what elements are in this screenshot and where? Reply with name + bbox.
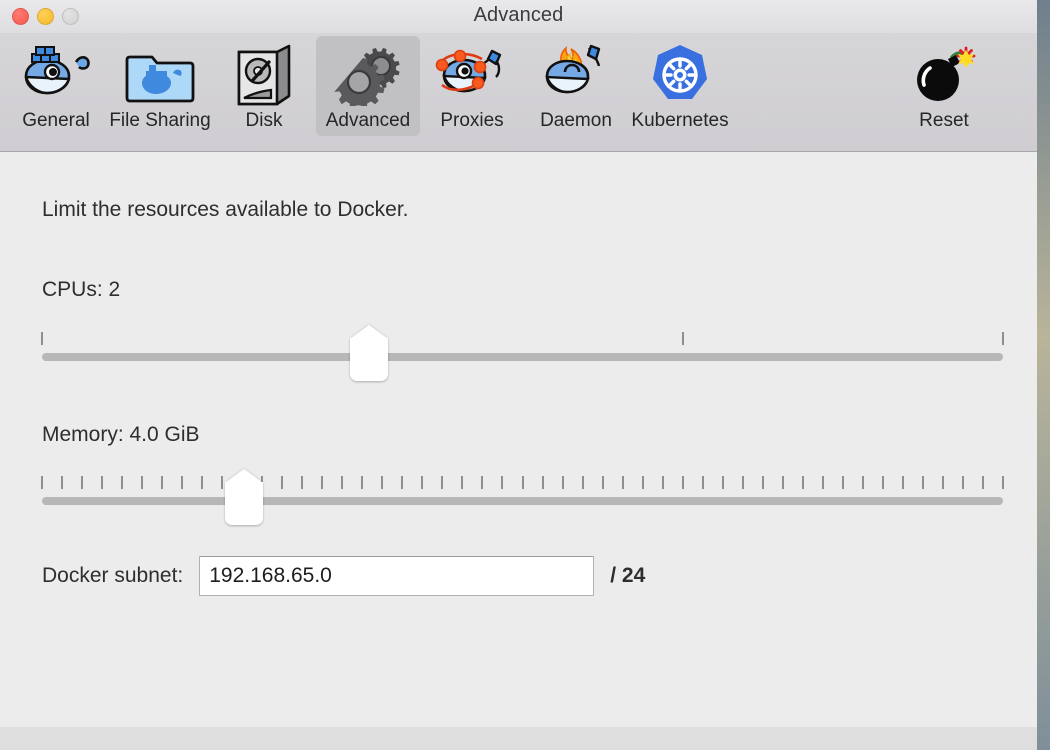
slider-tick bbox=[461, 476, 464, 489]
slider-tick bbox=[681, 476, 684, 489]
slider-tick bbox=[681, 332, 684, 345]
tab-advanced[interactable]: Advanced bbox=[316, 36, 420, 136]
tab-general-label: General bbox=[22, 110, 90, 131]
docker-subnet-label: Docker subnet: bbox=[42, 564, 184, 587]
slider-tick bbox=[541, 476, 544, 489]
slider-tick bbox=[361, 476, 364, 489]
slider-tick bbox=[981, 476, 984, 489]
slider-tick bbox=[901, 476, 904, 489]
slider-tick bbox=[1002, 476, 1004, 489]
slider-tick bbox=[1002, 332, 1004, 345]
preferences-window: Advanced General File Sharing Disk Advan… bbox=[0, 0, 1037, 750]
slider-tick bbox=[701, 476, 704, 489]
slider-tick bbox=[101, 476, 104, 489]
slider-tick bbox=[641, 476, 644, 489]
slider-tick bbox=[781, 476, 784, 489]
slider-tick bbox=[41, 476, 43, 489]
window-footer-strip bbox=[0, 727, 1037, 750]
tab-disk[interactable]: Disk bbox=[212, 36, 316, 136]
slider-tick bbox=[161, 476, 164, 489]
intro-text: Limit the resources available to Docker. bbox=[42, 198, 409, 221]
slider-tick bbox=[41, 332, 43, 345]
cpu-slider-label: CPUs: 2 bbox=[42, 278, 121, 301]
memory-slider-track[interactable] bbox=[42, 497, 1003, 505]
memory-slider-ticks bbox=[41, 476, 1004, 489]
slider-tick bbox=[521, 476, 524, 489]
tab-reset-label: Reset bbox=[919, 110, 969, 131]
kubernetes-helm-icon bbox=[640, 42, 720, 108]
slider-tick bbox=[61, 476, 64, 489]
slider-tick bbox=[581, 476, 584, 489]
advanced-settings-panel: Limit the resources available to Docker.… bbox=[0, 152, 1037, 727]
slider-tick bbox=[121, 476, 124, 489]
slider-tick bbox=[421, 476, 424, 489]
whale-flame-icon bbox=[536, 42, 616, 108]
slider-tick bbox=[841, 476, 844, 489]
memory-slider-thumb[interactable] bbox=[224, 482, 263, 525]
tab-kubernetes-label: Kubernetes bbox=[631, 110, 729, 131]
tab-daemon-label: Daemon bbox=[540, 110, 612, 131]
cpu-slider-track[interactable] bbox=[42, 353, 1003, 361]
cpu-slider[interactable] bbox=[41, 326, 1004, 382]
docker-subnet-row: Docker subnet: / 24 bbox=[42, 556, 645, 596]
slider-tick bbox=[381, 476, 384, 489]
slider-tick bbox=[921, 476, 924, 489]
slider-tick bbox=[761, 476, 764, 489]
bomb-icon bbox=[904, 42, 984, 108]
slider-tick bbox=[401, 476, 404, 489]
slider-tick bbox=[141, 476, 144, 489]
slider-tick bbox=[281, 476, 284, 489]
tab-proxies-label: Proxies bbox=[440, 110, 504, 131]
tab-kubernetes[interactable]: Kubernetes bbox=[628, 36, 732, 136]
window-title: Advanced bbox=[473, 4, 564, 26]
tab-daemon[interactable]: Daemon bbox=[524, 36, 628, 136]
slider-tick bbox=[221, 476, 224, 489]
docker-subnet-input[interactable] bbox=[199, 556, 595, 596]
slider-tick bbox=[501, 476, 504, 489]
tab-file-sharing-label: File Sharing bbox=[109, 110, 211, 131]
slider-tick bbox=[341, 476, 344, 489]
slider-tick bbox=[201, 476, 204, 489]
gears-icon bbox=[328, 42, 408, 108]
slider-tick bbox=[301, 476, 304, 489]
slider-tick bbox=[661, 476, 664, 489]
preferences-toolbar: General File Sharing Disk Advanced Proxi… bbox=[0, 33, 1037, 152]
slider-tick bbox=[181, 476, 184, 489]
window-titlebar: Advanced bbox=[0, 0, 1037, 33]
cpu-slider-thumb[interactable] bbox=[349, 338, 388, 381]
slider-tick bbox=[441, 476, 444, 489]
cpu-slider-ticks bbox=[41, 332, 1004, 345]
folder-whale-icon bbox=[120, 42, 200, 108]
slider-tick bbox=[481, 476, 484, 489]
slider-tick bbox=[601, 476, 604, 489]
tab-disk-label: Disk bbox=[245, 110, 283, 131]
slider-tick bbox=[721, 476, 724, 489]
docker-whale-icon bbox=[16, 42, 96, 108]
docker-subnet-suffix: / 24 bbox=[610, 564, 646, 587]
memory-slider-label: Memory: 4.0 GiB bbox=[42, 423, 200, 446]
slider-tick bbox=[801, 476, 804, 489]
whale-proxy-icon bbox=[432, 42, 512, 108]
tab-general[interactable]: General bbox=[4, 36, 108, 136]
tab-proxies[interactable]: Proxies bbox=[420, 36, 524, 136]
memory-slider[interactable] bbox=[41, 470, 1004, 526]
hard-disk-icon bbox=[224, 42, 304, 108]
slider-tick bbox=[621, 476, 624, 489]
slider-tick bbox=[81, 476, 84, 489]
slider-tick bbox=[821, 476, 824, 489]
slider-tick bbox=[941, 476, 944, 489]
slider-tick bbox=[741, 476, 744, 489]
slider-tick bbox=[561, 476, 564, 489]
slider-tick bbox=[861, 476, 864, 489]
slider-tick bbox=[321, 476, 324, 489]
tab-file-sharing[interactable]: File Sharing bbox=[108, 36, 212, 136]
tab-advanced-label: Advanced bbox=[325, 110, 411, 131]
tab-reset[interactable]: Reset bbox=[892, 36, 996, 136]
slider-tick bbox=[881, 476, 884, 489]
slider-tick bbox=[961, 476, 964, 489]
